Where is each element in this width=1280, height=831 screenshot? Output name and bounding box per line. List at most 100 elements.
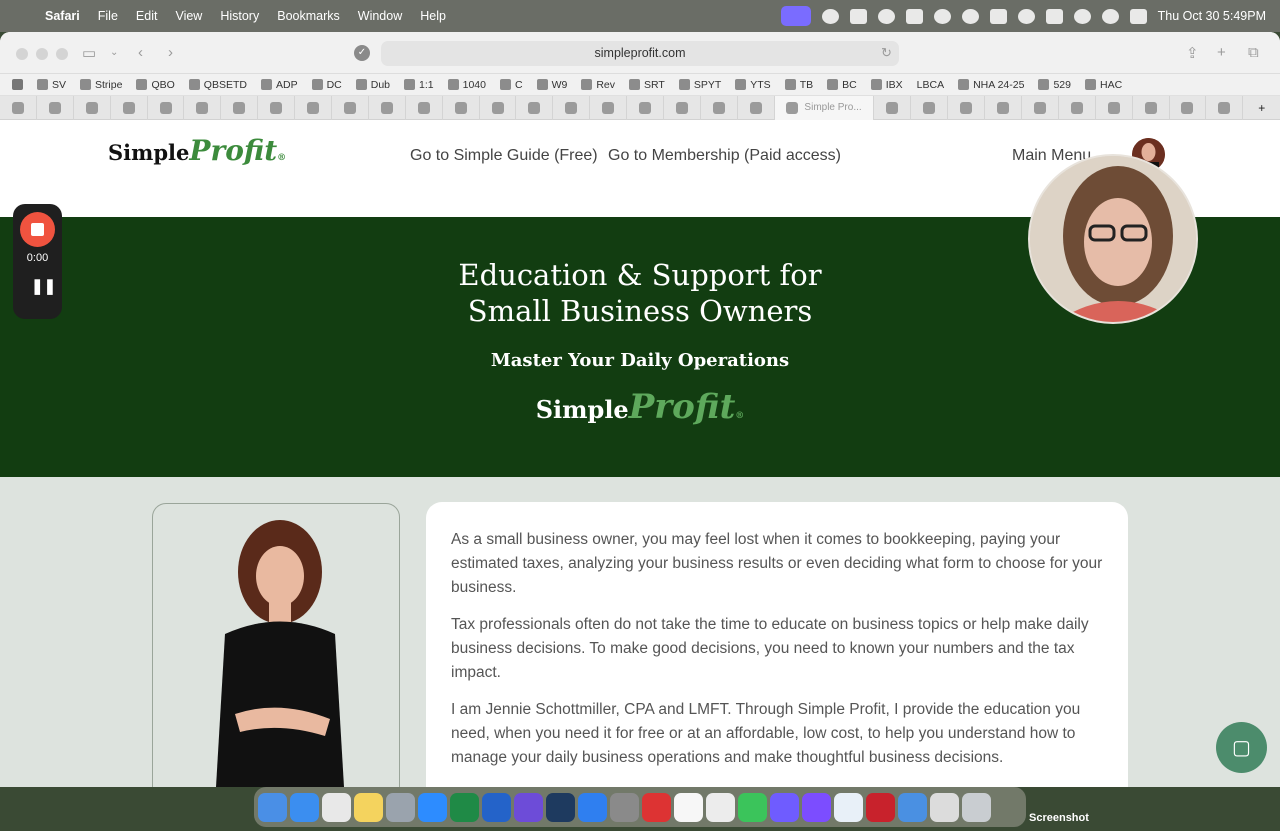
stop-recording-button[interactable]	[20, 212, 55, 247]
tab-favicon[interactable]	[738, 95, 775, 120]
sidebar-icon[interactable]: ▭	[82, 44, 96, 62]
menu-history[interactable]: History	[220, 9, 259, 23]
bookmarks-grid-icon[interactable]	[12, 79, 23, 90]
tab-favicon[interactable]	[184, 95, 222, 120]
tab-favicon[interactable]	[258, 95, 296, 120]
tab-favicon[interactable]	[516, 95, 554, 120]
menu-app-name[interactable]: Safari	[45, 9, 80, 23]
bookmark-item[interactable]: W9	[536, 79, 567, 91]
vpn-shield-icon[interactable]	[989, 8, 1007, 24]
tab-favicon[interactable]	[221, 95, 259, 120]
bitdefender-icon[interactable]	[866, 792, 895, 822]
bookmark-item[interactable]: YTS	[735, 79, 771, 91]
bookmark-item[interactable]: 1040	[447, 79, 486, 91]
document-icon[interactable]	[930, 792, 959, 822]
tab-favicon[interactable]	[1170, 95, 1207, 120]
bookmark-item[interactable]: Dub	[355, 79, 390, 91]
tab-favicon[interactable]	[948, 95, 986, 120]
zoom-icon[interactable]	[418, 792, 447, 822]
minimize-window-button[interactable]	[36, 48, 48, 60]
screen-record-icon[interactable]	[780, 6, 811, 26]
app-store-icon[interactable]	[578, 792, 607, 822]
tab-favicon[interactable]	[37, 95, 74, 120]
desktop-file-label[interactable]: Screenshot	[1029, 812, 1089, 824]
menu-view[interactable]: View	[175, 9, 202, 23]
back-icon[interactable]: ‹	[138, 44, 143, 61]
share-icon[interactable]: ⇪	[1186, 44, 1199, 62]
bookmark-item[interactable]: Rev	[581, 79, 615, 91]
calendar-icon[interactable]	[674, 792, 703, 822]
outlook-icon[interactable]	[482, 792, 511, 822]
menu-help[interactable]: Help	[420, 9, 446, 23]
tab-favicon[interactable]	[148, 95, 185, 120]
bookmark-item[interactable]: 529	[1038, 79, 1071, 91]
printer-icon[interactable]	[877, 8, 895, 24]
menu-file[interactable]: File	[98, 9, 118, 23]
gear-icon[interactable]	[770, 792, 799, 822]
messages-icon[interactable]	[738, 792, 767, 822]
tab-favicon[interactable]	[480, 95, 517, 120]
quicktime-icon[interactable]	[546, 792, 575, 822]
site-logo[interactable]: SimpleProfit®	[108, 134, 286, 167]
audio-icon[interactable]	[802, 792, 831, 822]
tab-favicon[interactable]	[874, 95, 912, 120]
notes-icon[interactable]	[354, 792, 383, 822]
tab-favicon[interactable]	[701, 95, 738, 120]
chatgpt-icon[interactable]	[961, 8, 979, 24]
nav-simple-guide[interactable]: Go to Simple Guide (Free)	[410, 147, 598, 165]
tab-favicon[interactable]	[553, 95, 591, 120]
app-icon[interactable]	[514, 792, 543, 822]
bookmark-item[interactable]: SPYT	[678, 79, 721, 91]
forward-icon[interactable]: ›	[168, 44, 173, 61]
bookmark-item[interactable]: LBCA	[917, 79, 944, 91]
bookmark-item[interactable]: DC	[311, 79, 342, 91]
webcam-overlay[interactable]	[1028, 154, 1198, 324]
tab-favicon[interactable]	[1059, 95, 1096, 120]
tab-favicon[interactable]	[590, 95, 628, 120]
tab-favicon[interactable]	[664, 95, 701, 120]
tab-overview-icon[interactable]: ⧉	[1248, 44, 1259, 61]
finder-icon[interactable]	[258, 792, 287, 822]
tab-favicon[interactable]	[985, 95, 1022, 120]
menu-window[interactable]: Window	[358, 9, 402, 23]
reload-icon[interactable]: ↻	[881, 45, 892, 61]
bookmark-item[interactable]: BC	[827, 79, 857, 91]
zoom-icon[interactable]	[821, 8, 839, 24]
chevron-down-icon[interactable]: ⌄	[110, 47, 118, 58]
search-icon[interactable]	[1101, 8, 1119, 24]
excel-icon[interactable]	[450, 792, 479, 822]
tab-favicon[interactable]	[1133, 95, 1170, 120]
control-center-icon[interactable]	[1129, 8, 1147, 24]
tab-favicon[interactable]	[369, 95, 406, 120]
bookmark-item[interactable]: SRT	[629, 79, 665, 91]
battery-icon[interactable]	[1045, 8, 1063, 24]
tab-active-simple-profit[interactable]: Simple Pro...	[774, 95, 875, 120]
tab-favicon[interactable]	[1022, 95, 1059, 120]
bookmark-item[interactable]: Stripe	[80, 79, 122, 91]
vpn-shield-icon[interactable]	[642, 792, 671, 822]
tab-favicon[interactable]	[627, 95, 665, 120]
bookmark-item[interactable]: QBO	[136, 79, 175, 91]
preview-icon[interactable]	[386, 792, 415, 822]
bookmark-item[interactable]: IBX	[870, 79, 903, 91]
pause-icon[interactable]: ❚❚	[31, 277, 56, 295]
tab-favicon[interactable]	[74, 95, 111, 120]
new-tab-icon[interactable]: +	[1217, 44, 1226, 61]
menu-edit[interactable]: Edit	[136, 9, 158, 23]
user-icon[interactable]	[1017, 8, 1035, 24]
tab-favicon[interactable]	[332, 95, 369, 120]
new-tab-icon[interactable]: +	[1243, 96, 1280, 120]
menu-bookmarks[interactable]: Bookmarks	[277, 9, 340, 23]
system-settings-icon[interactable]	[610, 792, 639, 822]
mail-icon[interactable]	[898, 792, 927, 822]
tab-favicon[interactable]	[1206, 95, 1244, 120]
nav-membership[interactable]: Go to Membership (Paid access)	[608, 147, 841, 165]
zoom-window-button[interactable]	[56, 48, 68, 60]
tab-favicon[interactable]	[406, 95, 443, 120]
chrome-icon[interactable]	[322, 792, 351, 822]
close-window-button[interactable]	[16, 48, 28, 60]
gear-icon[interactable]	[933, 8, 951, 24]
bookmark-item[interactable]: HAC	[1084, 79, 1122, 91]
safari-icon[interactable]	[290, 792, 319, 822]
tab-favicon[interactable]	[295, 95, 333, 120]
